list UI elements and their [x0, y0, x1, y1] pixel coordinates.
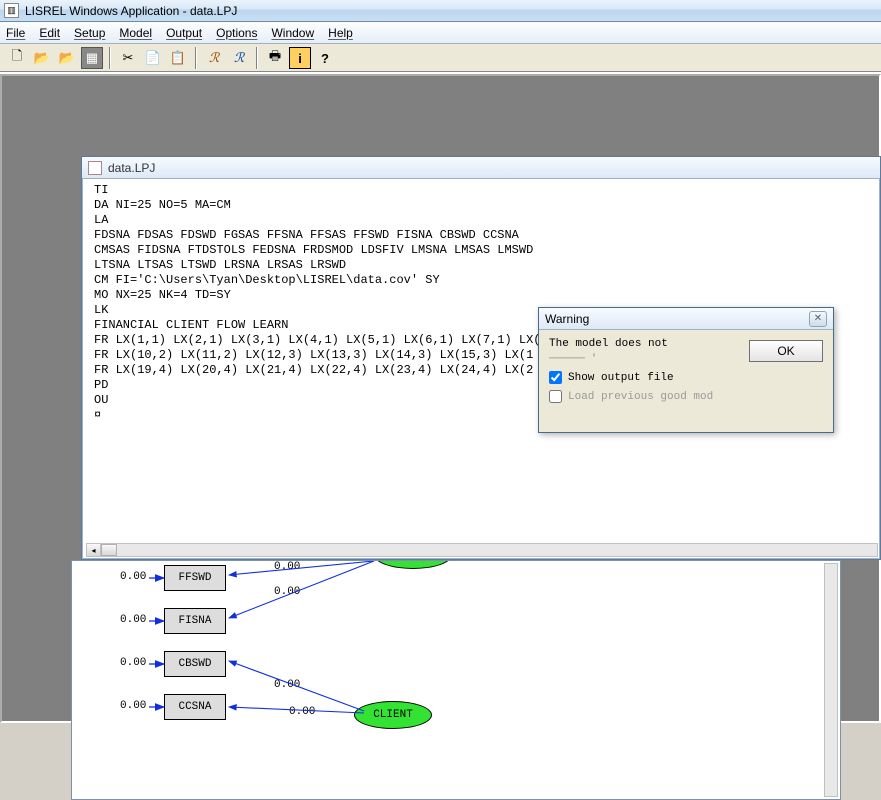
load-prev-label: Load previous good mod — [568, 391, 713, 403]
menu-window[interactable]: Window — [271, 26, 314, 40]
menu-setup[interactable]: Setup — [74, 26, 105, 40]
box-cbswd[interactable]: CBSWD — [164, 651, 226, 677]
toolbar: 🗋 📂 📂 ▦ ✂ 📄 📋 ℛ ℛ 🖶 i ? — [0, 44, 881, 74]
diagram-area: FFSWD FISNA CBSWD CCSNA CLIENT 0.00 0.00… — [74, 561, 822, 797]
copy-button[interactable]: 📄 — [142, 47, 164, 69]
show-output-check[interactable]: Show output file — [549, 371, 823, 384]
toolbar-sep-1 — [109, 47, 111, 69]
menu-output[interactable]: Output — [166, 26, 202, 40]
copy-icon: 📄 — [145, 50, 161, 66]
help-icon: ? — [321, 51, 329, 66]
box-fisna[interactable]: FISNA — [164, 608, 226, 634]
print-icon: 🖶 — [269, 47, 281, 69]
show-output-label: Show output file — [568, 372, 674, 384]
latent-partial-top — [374, 561, 452, 569]
mdi-workspace: FFSWD FISNA CBSWD CCSNA CLIENT 0.00 0.00… — [0, 74, 881, 723]
latent-client[interactable]: CLIENT — [354, 701, 432, 729]
menu-options[interactable]: Options — [216, 26, 257, 40]
open-button[interactable]: 📂 — [31, 47, 53, 69]
ok-button[interactable]: OK — [749, 340, 823, 362]
zero-path-d: 0.00 — [289, 706, 315, 718]
app-titlebar: ▥ LISREL Windows Application - data.LPJ — [0, 0, 881, 22]
box-ccsna[interactable]: CCSNA — [164, 694, 226, 720]
paste-button[interactable]: 📋 — [167, 47, 189, 69]
zero-ccsna: 0.00 — [120, 700, 146, 712]
info-button[interactable]: i — [289, 47, 311, 69]
ok-button-label: OK — [777, 344, 794, 358]
open2-button[interactable]: 📂 — [56, 47, 78, 69]
zero-path-c: 0.00 — [274, 679, 300, 691]
dialog-titlebar[interactable]: Warning ✕ — [539, 308, 833, 330]
toolbar-sep-2 — [195, 47, 197, 69]
app-icon: ▥ — [4, 3, 19, 18]
zero-path-a: 0.00 — [274, 561, 300, 573]
open-icon: 📂 — [34, 50, 50, 66]
paste-icon: 📋 — [170, 50, 186, 66]
zero-path-b: 0.00 — [274, 586, 300, 598]
box-ffswd[interactable]: FFSWD — [164, 565, 226, 591]
dialog-body: The model does not ────── ' Show output … — [539, 330, 833, 430]
zero-ffswd: 0.00 — [120, 571, 146, 583]
menu-model[interactable]: Model — [119, 26, 152, 40]
zero-fisna: 0.00 — [120, 614, 146, 626]
cut-icon: ✂ — [123, 50, 134, 66]
open2-icon: 📂 — [59, 50, 75, 66]
hscroll-left[interactable]: ◂ — [87, 544, 101, 556]
new-icon: 🗋 — [12, 47, 22, 69]
help-button[interactable]: ? — [314, 47, 336, 69]
doc-title: data.LPJ — [108, 161, 155, 175]
box-ccsna-label: CCSNA — [178, 701, 211, 713]
warning-dialog: Warning ✕ The model does not ────── ' Sh… — [538, 307, 834, 433]
save-icon: ▦ — [86, 50, 98, 66]
latent-client-label: CLIENT — [373, 709, 413, 721]
menu-file[interactable]: File — [6, 26, 25, 40]
box-fisna-label: FISNA — [178, 615, 211, 627]
show-output-checkbox[interactable] — [549, 371, 562, 384]
run2-icon: ℛ — [234, 50, 244, 66]
print-button[interactable]: 🖶 — [264, 47, 286, 69]
toolbar-sep-3 — [256, 47, 258, 69]
diagram-window: FFSWD FISNA CBSWD CCSNA CLIENT 0.00 0.00… — [71, 560, 841, 800]
box-ffswd-label: FFSWD — [178, 572, 211, 584]
zero-cbswd: 0.00 — [120, 657, 146, 669]
menu-help[interactable]: Help — [328, 26, 353, 40]
load-prev-checkbox[interactable] — [549, 390, 562, 403]
dialog-title: Warning — [545, 312, 589, 326]
load-prev-check[interactable]: Load previous good mod — [549, 390, 823, 403]
doc-titlebar[interactable]: data.LPJ — [82, 157, 880, 179]
run1-icon: ℛ — [209, 50, 219, 66]
doc-hscroll[interactable]: ◂ — [86, 543, 878, 557]
doc-icon — [88, 161, 102, 175]
cut-button[interactable]: ✂ — [117, 47, 139, 69]
info-icon: i — [298, 51, 302, 66]
hscroll-thumb[interactable] — [101, 544, 117, 556]
menubar: File Edit Setup Model Output Options Win… — [0, 22, 881, 44]
run1-button[interactable]: ℛ — [203, 47, 225, 69]
box-cbswd-label: CBSWD — [178, 658, 211, 670]
diagram-vscroll[interactable] — [824, 563, 838, 797]
save-button[interactable]: ▦ — [81, 47, 103, 69]
run2-button[interactable]: ℛ — [228, 47, 250, 69]
app-title: LISREL Windows Application - data.LPJ — [25, 4, 237, 18]
menu-edit[interactable]: Edit — [39, 26, 60, 40]
close-icon[interactable]: ✕ — [809, 311, 827, 327]
new-button[interactable]: 🗋 — [6, 47, 28, 69]
